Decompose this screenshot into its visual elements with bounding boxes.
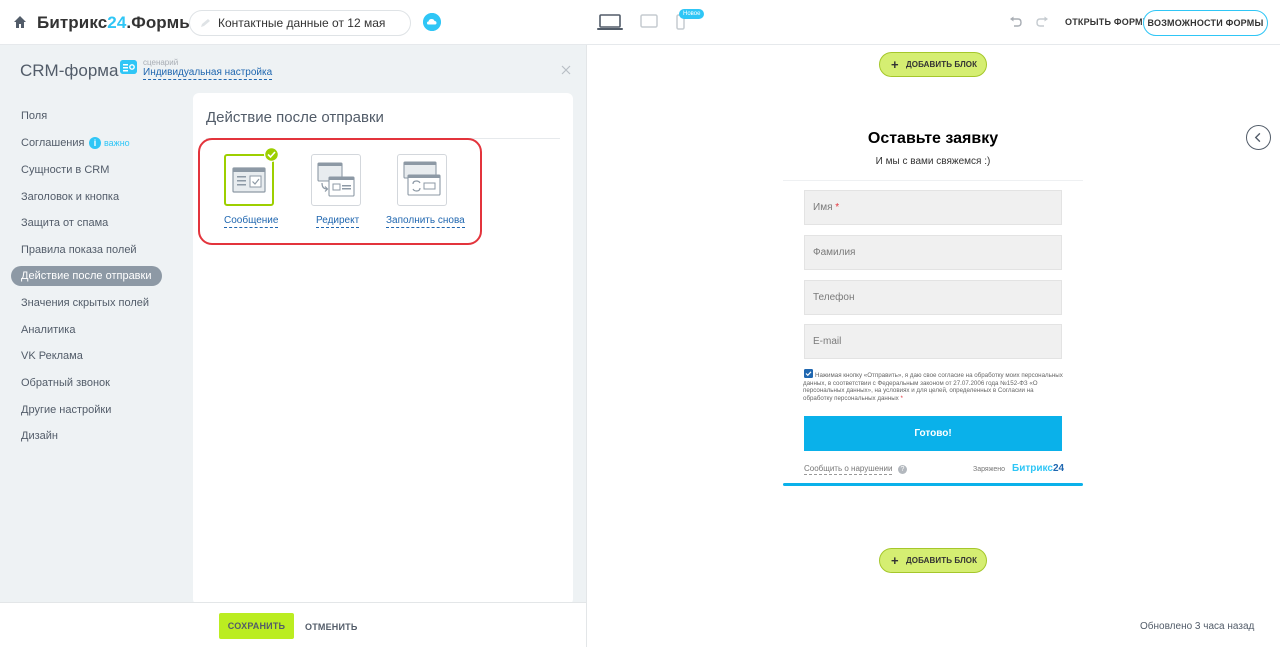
desktop-view-icon[interactable]: [597, 14, 623, 31]
option-fill-again[interactable]: [397, 154, 447, 206]
submit-button[interactable]: Готово!: [804, 416, 1062, 451]
cancel-button[interactable]: ОТМЕНИТЬ: [305, 622, 358, 632]
form-name-text: Контактные данные от 12 мая: [218, 16, 386, 30]
form-preview-subtitle: И мы с вами свяжемся :): [875, 156, 991, 167]
form-divider: [783, 180, 1083, 181]
add-block-button-bottom[interactable]: + ДОБАВИТЬ БЛОК: [879, 548, 987, 573]
menu-item-analytics[interactable]: Аналитика: [21, 324, 75, 336]
plus-icon: +: [891, 57, 899, 72]
form-name-field[interactable]: Контактные данные от 12 мая: [189, 10, 411, 36]
section-title: Действие после отправки: [206, 109, 384, 126]
menu-item-callback[interactable]: Обратный звонок: [21, 377, 110, 389]
top-bar: Битрикс24.Формы Контактные данные от 12 …: [0, 0, 1280, 45]
menu-item-agreements[interactable]: Соглашения: [21, 137, 85, 149]
option-message[interactable]: [224, 154, 274, 206]
menu-item-crm-entities[interactable]: Сущности в CRM: [21, 164, 109, 176]
form-preview-title: Оставьте заявку: [867, 130, 999, 147]
important-label[interactable]: важно: [104, 138, 130, 148]
scenario-caption: сценарий: [143, 58, 179, 67]
message-icon: [232, 167, 266, 193]
form-features-button[interactable]: ВОЗМОЖНОСТИ ФОРМЫ: [1143, 10, 1268, 36]
panel-title: CRM-форма: [20, 61, 119, 80]
name-field[interactable]: Имя *: [804, 190, 1062, 225]
menu-item-fields[interactable]: Поля: [21, 110, 47, 122]
phone-field[interactable]: Телефон: [804, 280, 1062, 315]
menu-item-header-button[interactable]: Заголовок и кнопка: [21, 191, 119, 203]
redirect-icon: [317, 162, 355, 197]
panel-footer: СОХРАНИТЬ ОТМЕНИТЬ: [0, 602, 586, 647]
open-form-link[interactable]: ОТКРЫТЬ ФОРМУ: [1065, 17, 1149, 27]
option-redirect-label[interactable]: Редирект: [316, 215, 360, 228]
menu-item-spam-protection[interactable]: Защита от спама: [21, 217, 108, 229]
menu-item-hidden-fields[interactable]: Значения скрытых полей: [21, 297, 149, 309]
updated-status: Обновлено 3 часа назад: [1140, 621, 1255, 632]
option-message-label[interactable]: Сообщение: [224, 215, 279, 228]
email-field[interactable]: E-mail: [804, 324, 1062, 359]
option-fill-again-label[interactable]: Заполнить снова: [386, 215, 465, 228]
after-submit-card: Действие после отправки Сообщение Редире…: [193, 93, 573, 605]
form-bottom-accent: [783, 483, 1083, 486]
tablet-view-icon[interactable]: [640, 14, 658, 29]
save-button[interactable]: СОХРАНИТЬ: [219, 613, 294, 639]
add-block-button-top[interactable]: + ДОБАВИТЬ БЛОК: [879, 52, 987, 77]
option-redirect[interactable]: [311, 154, 361, 206]
plus-icon: +: [891, 553, 899, 568]
refill-icon: [403, 161, 441, 196]
charged-label: Заряжено: [973, 466, 1006, 473]
last-name-field[interactable]: Фамилия: [804, 235, 1062, 270]
menu-item-other-settings[interactable]: Другие настройки: [21, 404, 111, 416]
report-abuse-link[interactable]: Сообщить о нарушении: [804, 464, 893, 475]
pencil-icon: [201, 19, 210, 27]
scenario-icon: [120, 60, 137, 74]
menu-item-design[interactable]: Дизайн: [21, 430, 58, 442]
home-icon[interactable]: [12, 14, 28, 30]
settings-panel: CRM-форма сценарий Индивидуальная настро…: [0, 45, 587, 647]
consent-text: Нажимая кнопку «Отправить», я даю свое с…: [803, 372, 1063, 402]
menu-item-after-submit[interactable]: Действие после отправки: [11, 266, 162, 286]
menu-item-vk-ads[interactable]: VK Реклама: [21, 350, 83, 362]
redo-icon[interactable]: [1035, 16, 1049, 28]
menu-item-field-rules[interactable]: Правила показа полей: [21, 244, 137, 256]
new-badge: Новое: [679, 9, 705, 19]
undo-icon[interactable]: [1009, 16, 1023, 28]
cloud-save-icon[interactable]: [423, 13, 441, 31]
app-logo[interactable]: Битрикс24.Формы: [37, 13, 194, 33]
close-icon[interactable]: [561, 65, 571, 75]
info-icon: i: [89, 137, 101, 149]
help-icon[interactable]: ?: [898, 465, 907, 474]
selected-check-icon: [264, 147, 279, 162]
bitrix24-logo[interactable]: Битрикс24: [1012, 463, 1064, 474]
scenario-link[interactable]: Индивидуальная настройка: [143, 67, 273, 80]
collapse-panel-icon[interactable]: [1246, 125, 1271, 150]
